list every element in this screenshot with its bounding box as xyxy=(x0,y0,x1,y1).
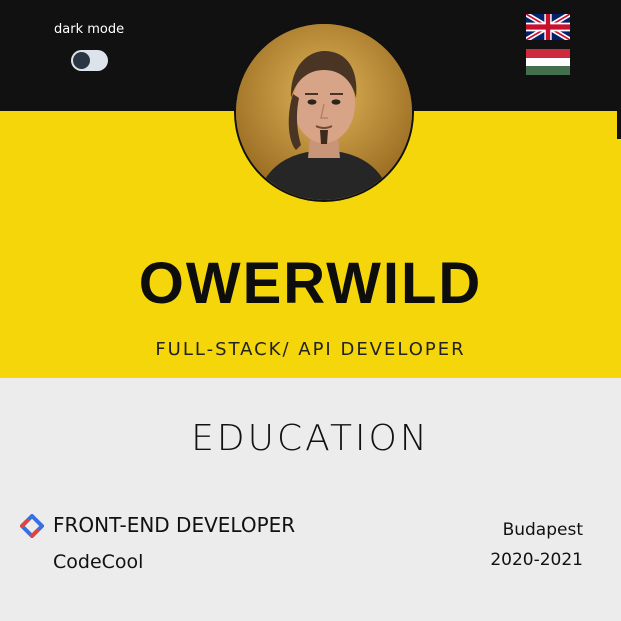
profile-photo xyxy=(234,22,414,202)
codecool-logo-icon xyxy=(20,514,44,538)
education-school: CodeCool xyxy=(53,551,144,573)
education-city: Budapest xyxy=(502,520,583,540)
toggle-knob xyxy=(73,52,90,69)
hungary-flag-icon[interactable] xyxy=(526,49,570,75)
education-role: FRONT-END DEVELOPER xyxy=(53,513,296,537)
dark-mode-toggle[interactable] xyxy=(71,50,108,71)
job-title: FULL-STACK/ API DEVELOPER xyxy=(155,339,466,360)
education-section-title: EDUCATION xyxy=(191,418,430,459)
scrollbar[interactable] xyxy=(617,111,621,139)
uk-flag-icon[interactable] xyxy=(526,14,570,40)
education-years: 2020-2021 xyxy=(490,550,583,570)
brand-title: OWERWILD xyxy=(138,251,483,316)
dark-mode-label: dark mode xyxy=(54,22,125,37)
